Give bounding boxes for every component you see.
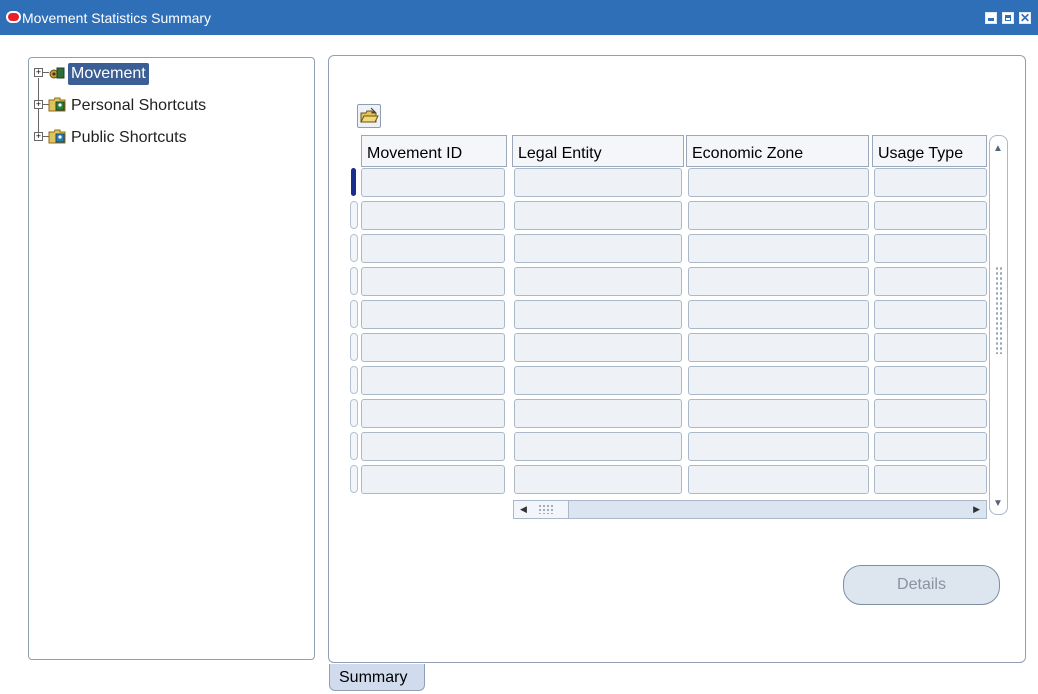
horizontal-scrollbar[interactable]: ◀ ▶ <box>513 500 987 519</box>
row-indicator[interactable] <box>351 168 356 196</box>
table-cell[interactable] <box>688 201 869 230</box>
row-indicator[interactable] <box>350 201 358 229</box>
row-indicator[interactable] <box>350 267 358 295</box>
horizontal-scroll-grip <box>538 504 554 514</box>
movement-statistics-window: Movement Statistics Summary ✕ + Movement… <box>0 0 1038 694</box>
column-header-legal-entity[interactable]: Legal Entity <box>512 135 684 167</box>
table-cell[interactable] <box>874 399 987 428</box>
table-cell[interactable] <box>361 234 505 263</box>
column-header-economic-zone[interactable]: Economic Zone <box>686 135 869 167</box>
table-cell[interactable] <box>514 465 682 494</box>
table-cell[interactable] <box>361 333 505 362</box>
tree-label-movement[interactable]: Movement <box>68 63 149 85</box>
tree-label-personal-shortcuts[interactable]: Personal Shortcuts <box>68 95 209 117</box>
row-indicator[interactable] <box>350 432 358 460</box>
table-cell[interactable] <box>874 201 987 230</box>
column-header-usage-type[interactable]: Usage Type <box>872 135 987 167</box>
close-button[interactable]: ✕ <box>1019 12 1031 24</box>
row-indicator[interactable] <box>350 465 358 493</box>
table-cell[interactable] <box>688 432 869 461</box>
row-indicator[interactable] <box>350 333 358 361</box>
table-cell[interactable] <box>514 168 682 197</box>
table-cell[interactable] <box>874 168 987 197</box>
table-cell[interactable] <box>361 267 505 296</box>
table-cell[interactable] <box>874 432 987 461</box>
table-cell[interactable] <box>874 267 987 296</box>
scroll-grip[interactable] <box>995 266 1002 354</box>
table-cell[interactable] <box>874 465 987 494</box>
table-cell[interactable] <box>361 465 505 494</box>
table-cell[interactable] <box>688 300 869 329</box>
table-cell[interactable] <box>688 234 869 263</box>
expand-icon[interactable]: + <box>34 132 43 141</box>
table-cell[interactable] <box>688 267 869 296</box>
row-indicator[interactable] <box>350 300 358 328</box>
maximize-button[interactable] <box>1002 12 1014 24</box>
table-cell[interactable] <box>514 234 682 263</box>
table-cell[interactable] <box>874 333 987 362</box>
window-titlebar[interactable]: Movement Statistics Summary ✕ <box>0 0 1038 35</box>
table-cell[interactable] <box>514 432 682 461</box>
table-cell[interactable] <box>688 465 869 494</box>
scroll-left-icon[interactable]: ◀ <box>520 504 527 515</box>
window-title: Movement Statistics Summary <box>22 10 212 26</box>
table-cell[interactable] <box>874 234 987 263</box>
table-cell[interactable] <box>361 366 505 395</box>
table-cell[interactable] <box>874 300 987 329</box>
scroll-right-icon[interactable]: ▶ <box>973 504 980 515</box>
open-button[interactable] <box>357 104 381 128</box>
table-cell[interactable] <box>361 399 505 428</box>
table-cell[interactable] <box>361 432 505 461</box>
row-indicator[interactable] <box>350 234 358 262</box>
scroll-down-icon[interactable]: ▼ <box>993 498 1003 509</box>
vertical-scrollbar[interactable]: ▲ ▼ <box>989 135 1008 515</box>
table-cell[interactable] <box>688 399 869 428</box>
oracle-logo-icon <box>6 11 21 23</box>
table-cell[interactable] <box>514 399 682 428</box>
table-cell[interactable] <box>514 267 682 296</box>
column-header-movement-id[interactable]: Movement ID <box>361 135 507 167</box>
public-shortcuts-folder-icon <box>48 129 66 144</box>
tree-label-public-shortcuts[interactable]: Public Shortcuts <box>68 127 190 149</box>
table-cell[interactable] <box>688 168 869 197</box>
expand-icon[interactable]: + <box>34 100 43 109</box>
scroll-up-icon[interactable]: ▲ <box>993 143 1003 154</box>
personal-shortcuts-folder-icon <box>48 97 66 112</box>
tab-summary[interactable]: Summary <box>329 664 425 691</box>
movement-icon <box>49 67 65 79</box>
table-cell[interactable] <box>514 201 682 230</box>
expand-icon[interactable]: + <box>34 68 43 77</box>
table-cell[interactable] <box>688 366 869 395</box>
minimize-button[interactable] <box>985 12 997 24</box>
row-indicator[interactable] <box>350 366 358 394</box>
row-indicator[interactable] <box>350 399 358 427</box>
table-cell[interactable] <box>514 300 682 329</box>
folder-open-icon <box>360 107 379 123</box>
table-cell[interactable] <box>514 333 682 362</box>
table-cell[interactable] <box>361 168 505 197</box>
table-cell[interactable] <box>361 201 505 230</box>
table-cell[interactable] <box>688 333 869 362</box>
details-button[interactable]: Details <box>843 565 1000 605</box>
table-cell[interactable] <box>874 366 987 395</box>
table-cell[interactable] <box>361 300 505 329</box>
table-cell[interactable] <box>514 366 682 395</box>
